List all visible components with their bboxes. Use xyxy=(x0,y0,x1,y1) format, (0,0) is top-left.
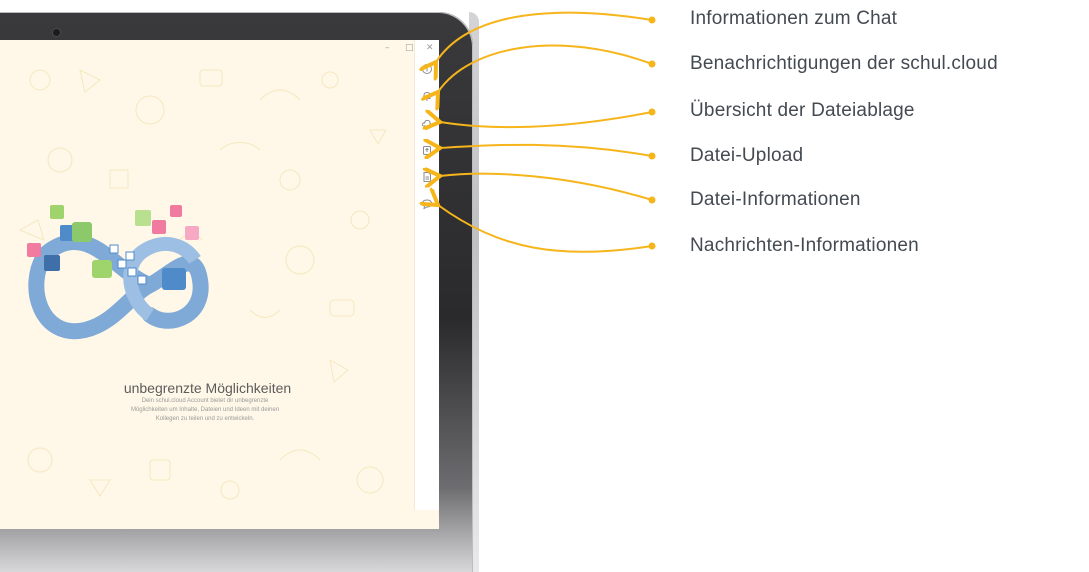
callout-chat-info: Informationen zum Chat xyxy=(690,8,898,29)
camera-icon xyxy=(52,28,61,37)
subtext-line: Kollegen zu teilen und zu entwickeln. xyxy=(155,416,255,422)
callout-notifications: Benachrichtigungen der schul.cloud xyxy=(690,53,998,74)
subtext: Dein schul.cloud Account bietet dir unbe… xyxy=(20,397,390,424)
minimize-icon[interactable]: – xyxy=(385,43,390,53)
file-icon[interactable] xyxy=(421,171,433,183)
cloud-icon[interactable] xyxy=(421,117,433,129)
subtext-line: Dein schul.cloud Account bietet dir unbe… xyxy=(141,398,269,404)
right-sidebar xyxy=(414,40,439,510)
bell-icon[interactable] xyxy=(421,90,433,102)
callout-message-info: Nachrichten-Informationen xyxy=(690,235,919,256)
callout-file-storage: Übersicht der Dateiablage xyxy=(690,100,915,121)
headline: unbegrenzte Möglichkeiten xyxy=(123,380,292,396)
callout-file-info: Datei-Informationen xyxy=(690,189,861,210)
upload-icon[interactable] xyxy=(421,144,433,156)
chat-bubble-icon[interactable] xyxy=(421,198,433,210)
maximize-icon[interactable]: □ xyxy=(405,43,414,53)
background-doodles xyxy=(18,69,387,500)
info-icon[interactable] xyxy=(421,63,433,75)
callout-file-upload: Datei-Upload xyxy=(690,145,804,166)
subtext-line: Möglichkeiten um Inhalte, Dateien und Id… xyxy=(130,407,280,413)
app-screen: unbegrenzte Möglichkeiten Dein schul.clo… xyxy=(0,40,439,529)
close-icon[interactable]: ✕ xyxy=(426,43,434,53)
